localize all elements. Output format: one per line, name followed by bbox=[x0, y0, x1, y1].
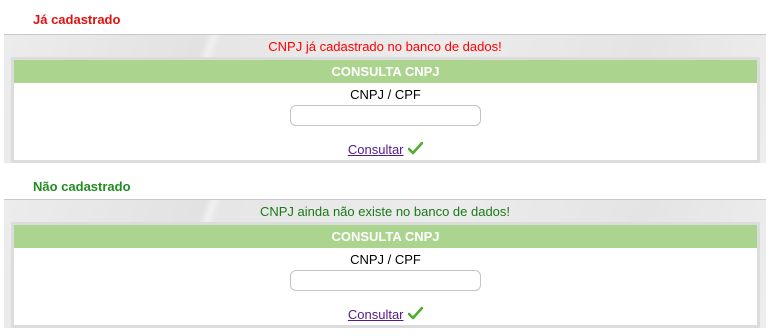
consultar-link[interactable]: Consultar bbox=[348, 307, 404, 322]
cnpj-cpf-label: CNPJ / CPF bbox=[350, 87, 421, 102]
form-header: CONSULTA CNPJ bbox=[14, 225, 757, 248]
cnpj-cpf-input[interactable] bbox=[290, 270, 481, 291]
section-title-registered: Já cadastrado bbox=[33, 12, 121, 27]
consultar-link[interactable]: Consultar bbox=[348, 142, 404, 157]
cnpj-cpf-input[interactable] bbox=[290, 105, 481, 126]
cnpj-lookup-form: CONSULTA CNPJ CNPJ / CPF Consultar bbox=[11, 57, 760, 163]
cnpj-lookup-form: CONSULTA CNPJ CNPJ / CPF Consultar bbox=[11, 222, 760, 328]
form-header: CONSULTA CNPJ bbox=[14, 60, 757, 83]
check-icon[interactable] bbox=[408, 142, 424, 155]
result-panel-registered: CNPJ já cadastrado no banco de dados! CO… bbox=[4, 34, 766, 163]
status-message-not-registered: CNPJ ainda não existe no banco de dados! bbox=[259, 204, 511, 219]
status-message-registered: CNPJ já cadastrado no banco de dados! bbox=[268, 39, 502, 54]
cnpj-cpf-label: CNPJ / CPF bbox=[350, 252, 421, 267]
section-title-not-registered: Não cadastrado bbox=[33, 179, 131, 194]
check-icon[interactable] bbox=[408, 307, 424, 320]
result-panel-not-registered: CNPJ ainda não existe no banco de dados!… bbox=[4, 199, 766, 328]
